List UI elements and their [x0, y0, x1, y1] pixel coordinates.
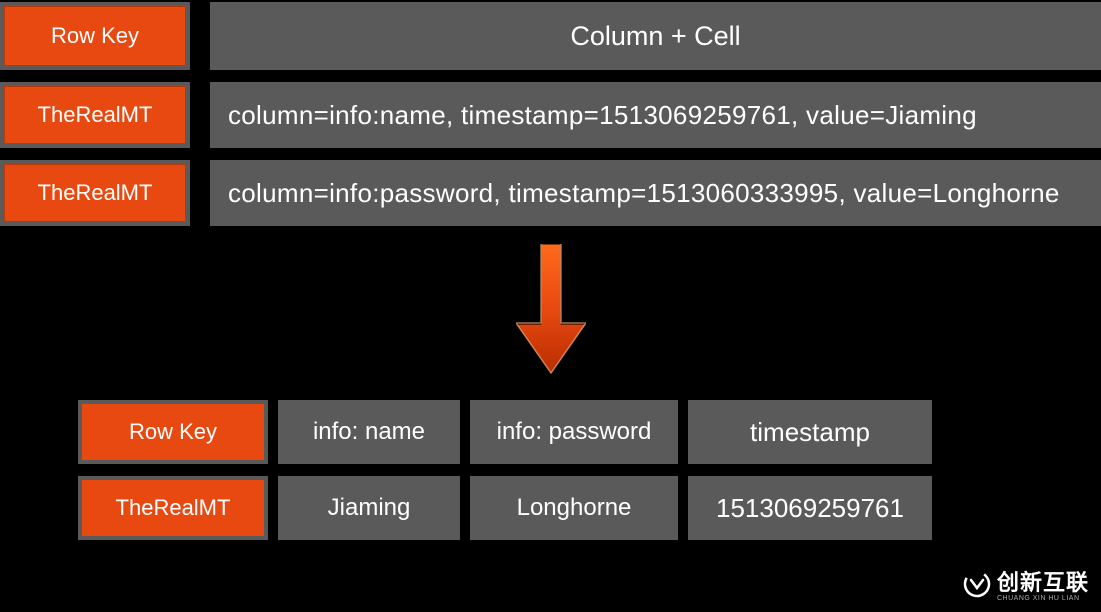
top-data-row-1: TheRealMT column=info:name, timestamp=15… — [0, 82, 1101, 148]
timestamp-cell: 1513069259761 — [688, 476, 932, 540]
rowkey-cell: TheRealMT — [0, 160, 190, 226]
top-data-row-2: TheRealMT column=info:password, timestam… — [0, 160, 1101, 226]
name-cell: Jiaming — [278, 476, 460, 540]
password-cell: Longhorne — [470, 476, 678, 540]
column-cell-value: column=info:password, timestamp=15130603… — [210, 160, 1101, 226]
brand-logo: 创新互联 CHUANG XIN HU LIAN — [963, 565, 1089, 602]
bottom-header-row: Row Key info: name info: password timest… — [78, 400, 1101, 464]
bottom-data-row: TheRealMT Jiaming Longhorne 151306925976… — [78, 476, 1101, 540]
header-rowkey: Row Key — [0, 2, 190, 70]
bottom-table: Row Key info: name info: password timest… — [0, 400, 1101, 540]
rowkey-cell: TheRealMT — [78, 476, 268, 540]
header-column-cell: Column + Cell — [210, 2, 1101, 70]
header-rowkey: Row Key — [78, 400, 268, 464]
arrow-down-icon — [0, 244, 1101, 374]
logo-subtext: CHUANG XIN HU LIAN — [997, 595, 1089, 602]
top-header-row: Row Key Column + Cell — [0, 2, 1101, 70]
top-table: Row Key Column + Cell TheRealMT column=i… — [0, 0, 1101, 226]
column-cell-value: column=info:name, timestamp=151306925976… — [210, 82, 1101, 148]
logo-text: 创新互联 — [997, 570, 1089, 595]
header-timestamp: timestamp — [688, 400, 932, 464]
logo-icon — [963, 570, 991, 598]
header-info-password: info: password — [470, 400, 678, 464]
rowkey-cell: TheRealMT — [0, 82, 190, 148]
header-info-name: info: name — [278, 400, 460, 464]
